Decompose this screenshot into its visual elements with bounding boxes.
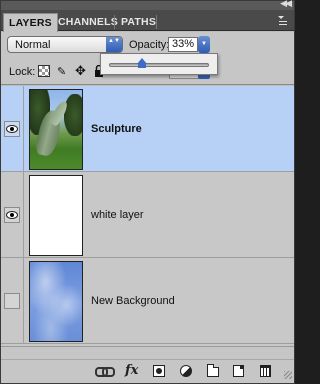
opacity-input[interactable]: 33% [168,37,198,52]
resize-grip-icon[interactable] [284,371,292,379]
visibility-toggle[interactable] [4,121,20,137]
trash-icon[interactable] [260,365,271,377]
tab-layers[interactable]: LAYERS [3,13,58,32]
layers-list: Sculpture white layer New Background [1,86,294,346]
layer-row-white-layer[interactable]: white layer [1,172,294,258]
layers-footer: fx [1,346,294,383]
layer-thumbnail [29,175,83,256]
layer-name: white layer [91,209,144,221]
layer-mask-icon[interactable] [153,365,165,377]
layers-panel: ◀◀ LAYERS CHANNELS PATHS Normal ▲▼ Opaci… [0,0,295,384]
tab-channels[interactable]: CHANNELS [53,13,123,31]
tab-separator [114,15,115,29]
layer-name: Sculpture [91,123,142,135]
opacity-label: Opacity: [129,39,170,51]
visibility-toggle[interactable] [4,293,20,309]
layer-name: New Background [91,295,175,307]
new-layer-icon[interactable] [233,365,244,377]
layer-thumbnail [29,89,83,170]
eye-icon [6,125,18,133]
lock-label: Lock: [9,66,36,78]
layer-thumbnail [29,261,83,342]
adjustment-layer-icon[interactable] [180,365,192,377]
visibility-toggle[interactable] [4,207,20,223]
tab-paths[interactable]: PATHS [116,13,161,31]
layer-row-new-background[interactable]: New Background [1,258,294,344]
collapse-icon[interactable]: ◀◀ [280,0,292,9]
blend-mode-value: Normal [15,39,51,51]
opacity-slider-track[interactable] [109,58,209,68]
panel-tab-bar: LAYERS CHANNELS PATHS [1,10,294,32]
lock-pixels-icon[interactable]: ✎ [57,65,69,78]
new-group-folder-icon[interactable] [207,364,219,377]
eye-icon [6,211,18,219]
opacity-slider-thumb[interactable] [137,58,148,68]
lock-position-icon[interactable]: ✥ [75,64,87,77]
opacity-slider-popup [100,53,218,75]
link-layers-icon[interactable] [95,365,115,377]
layer-row-sculpture[interactable]: Sculpture [1,86,294,172]
panel-titlebar: ◀◀ [1,0,294,10]
fx-icon[interactable]: fx [125,364,138,377]
blend-mode-select[interactable]: Normal ▲▼ [7,36,123,53]
opacity-dropdown-button[interactable]: ▼ [198,36,210,53]
select-arrows-icon: ▲▼ [106,37,122,52]
panel-menu-icon[interactable] [278,15,288,25]
lock-transparency-icon[interactable] [38,65,50,77]
tab-separator [156,15,157,29]
